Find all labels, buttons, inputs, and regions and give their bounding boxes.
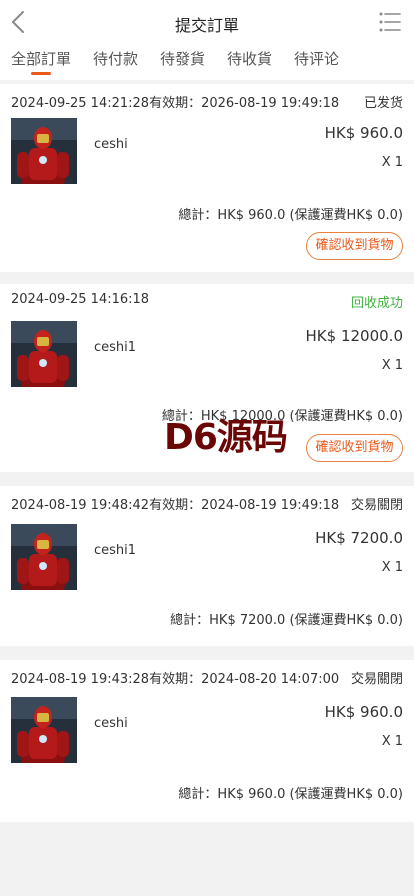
menu-button[interactable] xyxy=(378,10,402,34)
order-date: 2024-09-25 14:21:28有效期：2026-08-19 19:49:… xyxy=(11,96,340,111)
product-quantity: X 1 xyxy=(381,560,403,575)
product-thumbnail[interactable] xyxy=(11,524,77,590)
product-thumbnail[interactable] xyxy=(11,321,77,387)
product-image xyxy=(11,697,77,763)
order-date: 2024-08-19 19:48:42有效期：2024-08-19 19:49:… xyxy=(11,498,340,513)
product-price: HK$ 960.0 xyxy=(324,124,403,142)
order-status: 交易關閉 xyxy=(350,672,403,687)
product-quantity: X 1 xyxy=(381,155,403,170)
order-card[interactable]: 2024-09-25 14:21:28有效期：2026-08-19 19:49:… xyxy=(0,84,414,272)
top-bar: 提交訂單 xyxy=(0,0,414,44)
tab-pending-review[interactable]: 待评论 xyxy=(294,48,339,69)
product-price: HK$ 960.0 xyxy=(324,703,403,721)
order-total: 總計：HK$ 7200.0 (保護運費HK$ 0.0) xyxy=(170,613,403,628)
tab-all-orders[interactable]: 全部訂單 xyxy=(11,48,71,69)
confirm-received-button[interactable]: 確認收到貨物 xyxy=(306,434,403,462)
order-card[interactable]: 2024-08-19 19:43:28有效期：2024-08-20 14:07:… xyxy=(0,660,414,822)
order-card[interactable]: 2024-08-19 19:48:42有效期：2024-08-19 19:49:… xyxy=(0,486,414,646)
order-tabs: 全部訂單 待付款 待發貨 待收貨 待评论 xyxy=(0,44,414,80)
order-header: 2024-08-19 19:48:42有效期：2024-08-19 19:49:… xyxy=(11,494,403,513)
product-name: ceshi1 xyxy=(94,340,137,355)
order-date: 2024-08-19 19:43:28有效期：2024-08-20 14:07:… xyxy=(11,672,340,687)
tab-pending-shipment[interactable]: 待發貨 xyxy=(160,48,205,69)
product-price: HK$ 7200.0 xyxy=(315,529,403,547)
order-status: 交易關閉 xyxy=(350,498,403,513)
tab-pending-payment[interactable]: 待付款 xyxy=(93,48,138,69)
product-name: ceshi xyxy=(94,716,128,731)
page-title: 提交訂單 xyxy=(174,16,239,35)
product-quantity: X 1 xyxy=(381,358,403,373)
product-thumbnail[interactable] xyxy=(11,118,77,184)
order-header: 2024-08-19 19:43:28有效期：2024-08-20 14:07:… xyxy=(11,668,403,687)
product-image xyxy=(11,118,77,184)
tab-pending-receipt[interactable]: 待收貨 xyxy=(227,48,272,69)
product-image xyxy=(11,524,77,590)
order-status: 回收成功 xyxy=(350,296,403,311)
confirm-received-button[interactable]: 確認收到貨物 xyxy=(306,232,403,260)
product-name: ceshi1 xyxy=(94,543,137,558)
active-tab-indicator xyxy=(31,72,51,75)
product-quantity: X 1 xyxy=(381,734,403,749)
product-name: ceshi xyxy=(94,137,128,152)
order-header: 2024-09-25 14:16:18 回收成功 xyxy=(11,292,403,311)
order-date: 2024-09-25 14:16:18 xyxy=(11,292,150,307)
order-total: 總計：HK$ 960.0 (保護運費HK$ 0.0) xyxy=(178,208,403,223)
product-image xyxy=(11,321,77,387)
order-total: 總計：HK$ 960.0 (保護運費HK$ 0.0) xyxy=(178,787,403,802)
order-header: 2024-09-25 14:21:28有效期：2026-08-19 19:49:… xyxy=(11,92,403,111)
list-menu-icon xyxy=(379,12,401,32)
product-thumbnail[interactable] xyxy=(11,697,77,763)
order-status: 已发货 xyxy=(363,96,403,111)
product-price: HK$ 12000.0 xyxy=(305,327,403,345)
watermark: D6源码 xyxy=(164,417,288,458)
